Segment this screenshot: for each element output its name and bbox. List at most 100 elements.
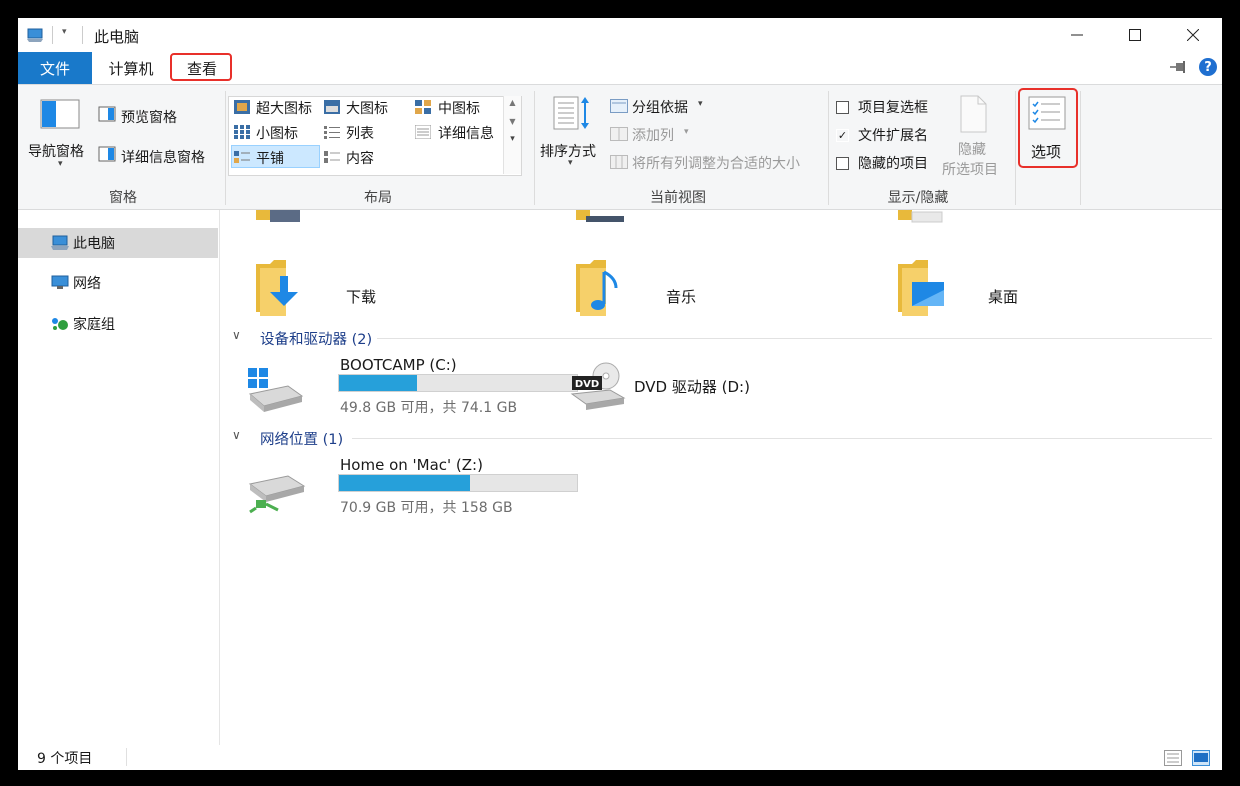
svg-text:DVD: DVD: [575, 379, 599, 390]
close-button[interactable]: [1164, 18, 1222, 52]
fit-columns-button[interactable]: 将所有列调整为合适的大小: [632, 153, 800, 173]
item-checkbox-checkbox[interactable]: [836, 101, 849, 114]
layout-tiles[interactable]: 平铺: [256, 148, 284, 168]
chevron-down-icon[interactable]: ∨: [232, 328, 241, 342]
network-icon: [51, 275, 69, 289]
hidden-items-label[interactable]: 隐藏的项目: [858, 153, 928, 173]
navigation-pane-dropdown-icon[interactable]: ▾: [58, 159, 63, 169]
folder-tile-downloads[interactable]: 下载: [256, 246, 556, 316]
details-icon: [415, 125, 431, 139]
tab-computer[interactable]: 计算机: [96, 52, 166, 84]
large-icons-view-icon[interactable]: [1192, 750, 1210, 766]
drive-tile-dvd[interactable]: DVD DVD 驱动器 (D:): [570, 356, 870, 416]
layout-large-icons[interactable]: 大图标: [346, 98, 388, 118]
pin-ribbon-icon[interactable]: [1170, 60, 1188, 74]
hide-selected-items-icon: [960, 95, 987, 133]
scroll-down-icon[interactable]: ▼: [504, 117, 521, 126]
layout-content[interactable]: 内容: [346, 148, 374, 168]
nav-item-label: 网络: [73, 276, 101, 292]
hide-selected-line1[interactable]: 隐藏: [958, 139, 986, 159]
item-count: 9 个项目: [37, 751, 93, 767]
options-icon: [1028, 96, 1066, 130]
group-label-layout: 布局: [364, 190, 392, 206]
folder-tile-desktop[interactable]: 桌面: [898, 246, 1198, 316]
group-label-show-hide: 显示/隐藏: [887, 190, 949, 206]
help-icon[interactable]: ?: [1199, 58, 1217, 76]
layout-extra-large-icons[interactable]: 超大图标: [256, 98, 312, 118]
drive-name: DVD 驱动器 (D:): [634, 378, 750, 396]
nav-item-homegroup[interactable]: 家庭组: [18, 309, 218, 339]
drive-tile-bootcamp[interactable]: BOOTCAMP (C:) 49.8 GB 可用，共 74.1 GB: [248, 356, 578, 416]
windows-drive-icon: [248, 368, 304, 412]
navigation-pane: 此电脑 网络 家庭组: [18, 210, 220, 745]
add-column-dropdown-icon[interactable]: ▾: [684, 127, 689, 137]
section-title: 网络位置 (1): [260, 432, 344, 448]
group-by-dropdown-icon[interactable]: ▾: [698, 99, 703, 109]
gallery-expand-icon[interactable]: ▾: [504, 134, 521, 144]
ribbon-view: 导航窗格 ▾ 预览窗格 详细信息窗格 窗格 ▲ ▼ ▾ 超大图标 大图标 中图标…: [18, 85, 1222, 210]
file-extensions-checkbox[interactable]: ✓: [836, 129, 849, 142]
group-separator: [1015, 91, 1016, 205]
group-separator: [1080, 91, 1081, 205]
details-pane-button[interactable]: 详细信息窗格: [121, 147, 205, 167]
maximize-button[interactable]: [1106, 18, 1164, 52]
chevron-down-icon[interactable]: ∨: [232, 428, 241, 442]
options-button[interactable]: 选项: [1031, 141, 1061, 162]
section-divider: [377, 338, 1212, 339]
sort-by-dropdown-icon[interactable]: ▾: [568, 158, 573, 168]
window-title: 此电脑: [94, 28, 140, 46]
folder-tile-music[interactable]: 音乐: [576, 246, 876, 316]
minimize-button[interactable]: [1048, 18, 1106, 52]
details-pane-icon: [98, 146, 116, 162]
preview-pane-button[interactable]: 预览窗格: [121, 107, 177, 127]
scroll-up-icon[interactable]: ▲: [504, 98, 521, 107]
group-label-panes: 窗格: [109, 190, 137, 206]
add-column-icon: [610, 127, 628, 141]
title-bar: ▾ 此电脑: [18, 18, 1222, 52]
file-extensions-label[interactable]: 文件扩展名: [858, 125, 928, 145]
layout-gallery-scroll[interactable]: ▲ ▼ ▾: [503, 96, 521, 174]
quick-access-dropdown-icon[interactable]: ▾: [62, 27, 67, 37]
drive-usage-fill: [339, 475, 471, 491]
nav-item-label: 此电脑: [73, 236, 115, 252]
downloads-folder-icon: [256, 260, 298, 316]
section-network-header[interactable]: ∨ 网络位置 (1): [232, 428, 1212, 448]
item-checkbox-label[interactable]: 项目复选框: [858, 97, 928, 117]
title-separator: [52, 26, 53, 44]
group-label-current-view: 当前视图: [650, 190, 706, 206]
nav-item-this-pc[interactable]: 此电脑: [18, 228, 218, 258]
layout-medium-icons[interactable]: 中图标: [438, 98, 480, 118]
tab-file[interactable]: 文件: [18, 52, 92, 84]
hide-selected-line2[interactable]: 所选项目: [942, 159, 998, 179]
minimize-icon: [1071, 34, 1083, 36]
section-devices-header[interactable]: ∨ 设备和驱动器 (2): [232, 328, 1212, 348]
maximize-icon: [1129, 29, 1141, 41]
layout-details[interactable]: 详细信息: [438, 123, 494, 143]
dvd-drive-icon: DVD: [570, 362, 626, 410]
group-separator: [828, 91, 829, 205]
group-by-button[interactable]: 分组依据: [632, 97, 688, 117]
hidden-items-checkbox[interactable]: [836, 157, 849, 170]
drive-space-info: 49.8 GB 可用，共 74.1 GB: [340, 400, 518, 416]
add-column-button[interactable]: 添加列: [632, 125, 674, 145]
navigation-pane-icon[interactable]: [40, 99, 80, 129]
desktop-folder-icon: [898, 260, 944, 316]
homegroup-icon: [52, 318, 68, 330]
drive-name: Home on 'Mac' (Z:): [340, 456, 483, 474]
layout-small-icons[interactable]: 小图标: [256, 123, 298, 143]
small-icons-icon: [234, 125, 250, 139]
large-icons-icon: [324, 100, 340, 114]
preview-pane-icon: [98, 106, 116, 122]
nav-item-network[interactable]: 网络: [18, 268, 218, 298]
ribbon-tabs: 文件 计算机 查看 ?: [18, 52, 1222, 85]
layout-list[interactable]: 列表: [346, 123, 374, 143]
navigation-pane-button[interactable]: 导航窗格: [28, 141, 84, 161]
list-icon: [324, 126, 340, 139]
folder-label: 音乐: [666, 288, 697, 306]
drive-tile-home-mac[interactable]: Home on 'Mac' (Z:) 70.9 GB 可用，共 158 GB: [248, 456, 578, 516]
title-separator: [82, 26, 83, 44]
details-view-icon[interactable]: [1164, 750, 1182, 766]
this-pc-icon[interactable]: [26, 26, 44, 44]
section-title: 设备和驱动器 (2): [260, 332, 373, 348]
tab-view-highlight: [170, 53, 232, 81]
